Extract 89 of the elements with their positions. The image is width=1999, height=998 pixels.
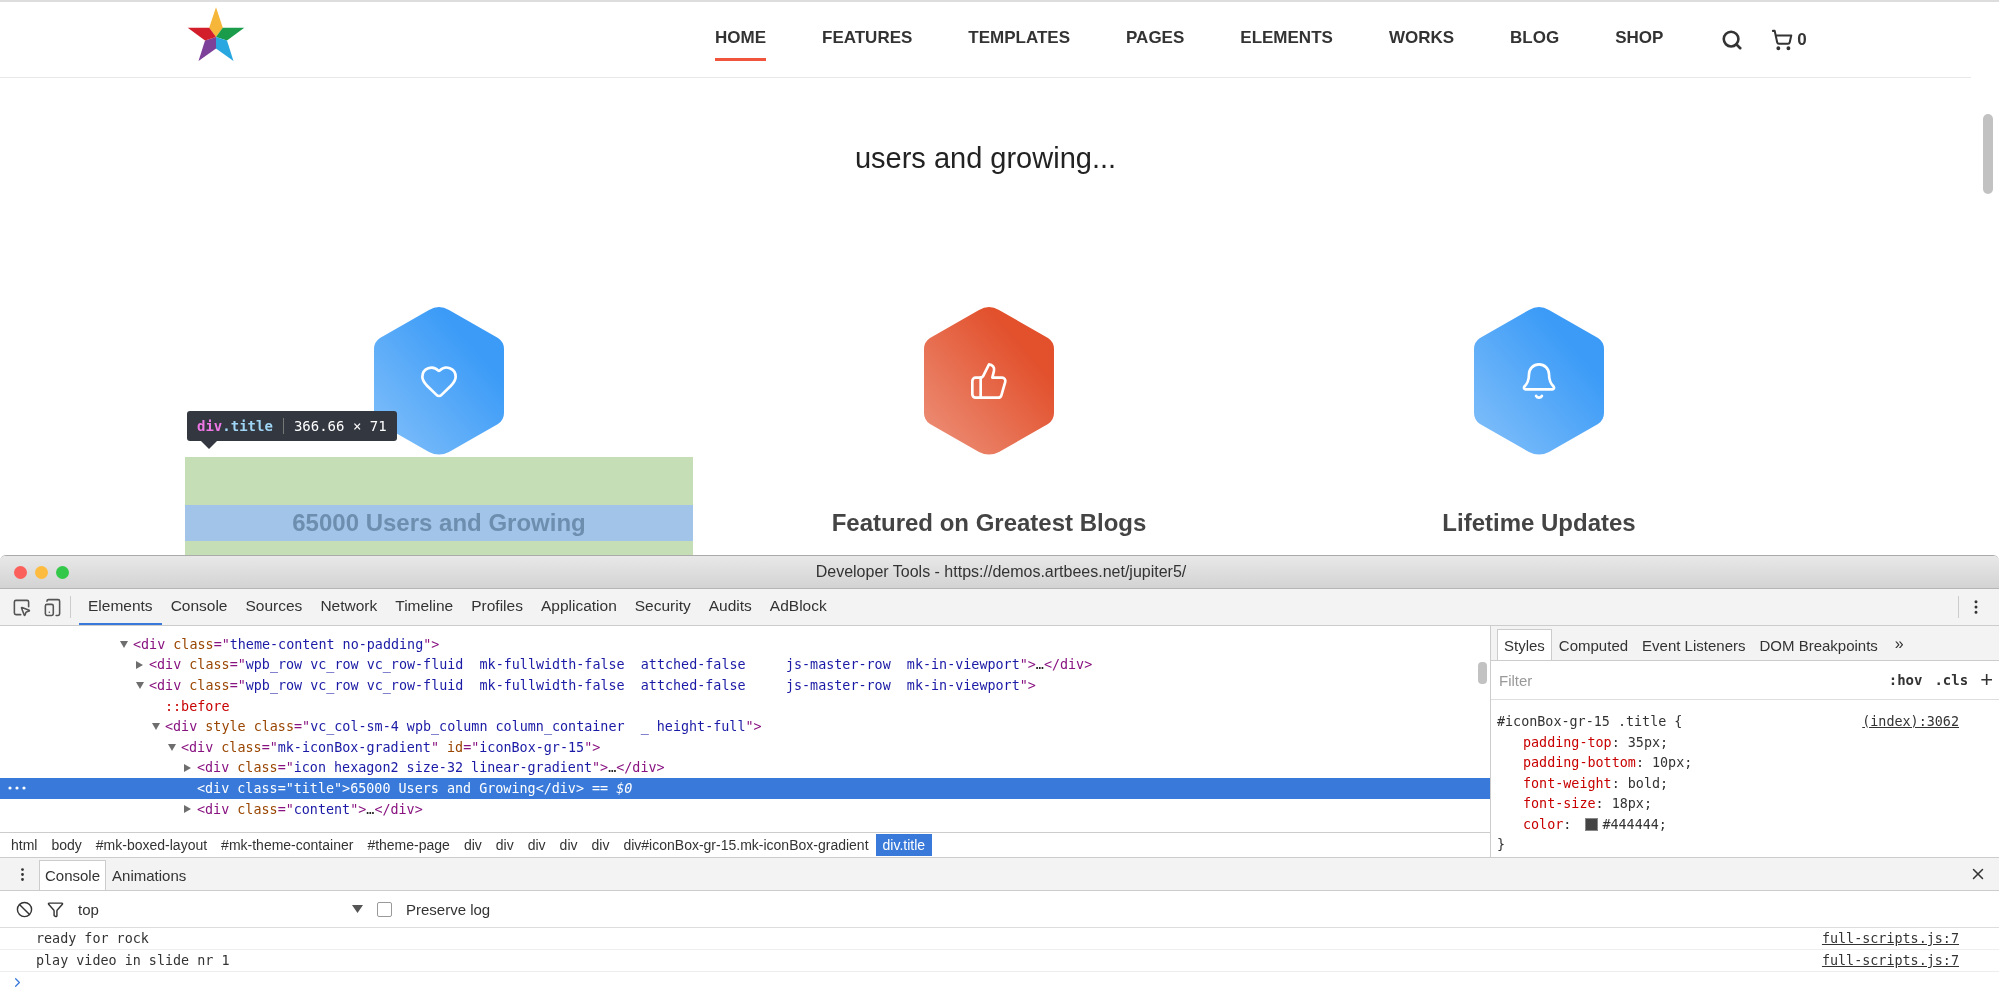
drawer-tab[interactable]: Console xyxy=(39,860,107,890)
nav-link[interactable]: BLOG xyxy=(1510,18,1560,61)
nav-link[interactable]: ELEMENTS xyxy=(1240,18,1333,61)
disclosure-triangle-icon[interactable] xyxy=(184,763,191,772)
more-tabs[interactable]: » xyxy=(1894,635,1904,653)
class-toggle[interactable]: .cls xyxy=(1934,672,1969,688)
dom-node[interactable]: ::before xyxy=(0,695,1490,717)
dom-node[interactable]: <div class="wpb_row vc_row vc_row-fluid mk-fullwidth-false attched-false js-master-row mk-in-viewport"> xyxy=(0,675,1490,696)
element-label: div.title xyxy=(197,418,273,434)
drawer-tab[interactable]: Animations xyxy=(106,860,193,890)
css-declaration: font-size: 18px; xyxy=(1522,795,1653,813)
nav-link[interactable]: HOME xyxy=(715,18,766,61)
dom-node[interactable]: <div style class="vc_col-sm-4 wpb_column column_container _ height-full"> xyxy=(0,716,1490,737)
panel-tab[interactable]: Application xyxy=(531,589,626,625)
feature-title: 65000 Users and Growing xyxy=(185,505,693,541)
css-selector: #iconBox-gr-15 .title { xyxy=(1497,713,1683,731)
dom-node[interactable]: <div class="title">65000 Users and Growing</div> == $0 xyxy=(0,778,1490,799)
filter-icon[interactable] xyxy=(47,900,64,918)
clear-icon[interactable] xyxy=(16,900,33,918)
css-declaration: padding-top: 35px; xyxy=(1522,733,1670,752)
nav-link[interactable]: PAGES xyxy=(1126,18,1185,61)
scrollbar-thumb[interactable] xyxy=(1478,662,1487,684)
breadcrumb[interactable]: div xyxy=(520,834,553,856)
device-icon[interactable] xyxy=(43,597,62,617)
cart-icon[interactable] xyxy=(1771,28,1794,51)
panel-tab[interactable]: Network xyxy=(311,589,387,625)
source-link[interactable]: full-scripts.js:7 xyxy=(1821,931,1959,946)
disclosure-triangle-icon[interactable] xyxy=(120,640,128,648)
dom-node[interactable]: <div class="mk-iconBox-gradient" id="iconBox-gr-15"> xyxy=(0,736,1490,758)
feature-title: Featured on Greatest Blogs xyxy=(830,508,1148,538)
breadcrumb[interactable]: div xyxy=(488,834,521,856)
styles-tab[interactable]: Event Listeners xyxy=(1635,629,1753,660)
panel-tab[interactable]: Elements xyxy=(79,589,162,625)
nav-link[interactable]: SHOP xyxy=(1615,18,1664,61)
element-size: 366.66 × 71 xyxy=(282,418,387,434)
dom-node[interactable]: <div class="content">…</div> xyxy=(0,798,1490,820)
hover-toggle[interactable]: :hov xyxy=(1888,672,1923,688)
panel-tab[interactable]: Sources xyxy=(236,589,312,625)
scrollbar-thumb[interactable] xyxy=(1983,114,1993,194)
disclosure-triangle-icon[interactable] xyxy=(136,682,144,689)
panel-tab[interactable]: Timeline xyxy=(386,589,463,625)
breadcrumb[interactable]: div xyxy=(584,834,617,856)
inspect-icon[interactable] xyxy=(12,597,31,617)
disclosure-triangle-icon[interactable] xyxy=(152,723,160,731)
source-link[interactable]: (index):3062 xyxy=(1862,712,1959,733)
css-brace: } xyxy=(1497,836,1507,854)
breadcrumb[interactable]: #theme-page xyxy=(360,834,457,856)
breadcrumb[interactable]: div xyxy=(552,834,585,856)
feature-title: Lifetime Updates xyxy=(1441,508,1637,538)
panel-tab[interactable]: AdBlock xyxy=(760,589,836,625)
disclosure-triangle-icon[interactable] xyxy=(184,805,191,814)
dom-node[interactable]: <div class="icon hexagon2 size-32 linear-gradient">…</div> xyxy=(0,757,1490,779)
caret-icon xyxy=(352,905,363,913)
styles-tab[interactable]: DOM Breakpoints xyxy=(1752,629,1885,660)
cart-count: 0 xyxy=(1797,29,1807,50)
css-declaration: font-weight: bold; xyxy=(1522,774,1670,793)
section-heading: users and growing... xyxy=(854,142,1117,175)
add-rule-button[interactable]: + xyxy=(1980,669,1993,691)
window-title: Developer Tools - https://demos.artbees.net/jupiter5/ xyxy=(814,563,1188,581)
panel-tab[interactable]: Profiles xyxy=(462,589,532,625)
console-message: play video in slide nr 1 xyxy=(36,953,230,968)
styles-tab[interactable]: Styles xyxy=(1497,629,1552,660)
css-declaration: color: #444444; xyxy=(1522,815,1668,834)
panel-tab[interactable]: Console xyxy=(161,589,237,625)
breadcrumb[interactable]: div xyxy=(456,834,489,856)
checkbox[interactable] xyxy=(377,901,392,917)
panel-tab[interactable]: Security xyxy=(625,589,700,625)
nav-link[interactable]: WORKS xyxy=(1388,18,1455,61)
breadcrumb[interactable]: div.title xyxy=(875,834,933,856)
nav-link[interactable]: TEMPLATES xyxy=(968,18,1071,61)
panel-tab[interactable]: Audits xyxy=(699,589,761,625)
search-icon[interactable] xyxy=(1721,28,1744,51)
dom-node[interactable]: <div class="theme-content no-padding"> xyxy=(0,634,1490,655)
context-select[interactable]: top xyxy=(78,900,363,918)
styles-tab[interactable]: Computed xyxy=(1551,629,1636,660)
breadcrumb[interactable]: #mk-boxed-layout xyxy=(88,834,215,856)
css-declaration: padding-bottom: 10px; xyxy=(1522,754,1694,772)
breadcrumb[interactable]: html xyxy=(4,834,45,856)
source-link[interactable]: full-scripts.js:7 xyxy=(1821,953,1959,968)
nav-link[interactable]: FEATURES xyxy=(822,18,913,61)
console-message: ready for rock xyxy=(36,931,149,946)
dom-node[interactable]: <div class="wpb_row vc_row vc_row-fluid mk-fullwidth-false attched-false js-master-row mk-in-viewport">…</div> xyxy=(0,654,1490,676)
disclosure-triangle-icon[interactable] xyxy=(168,743,176,751)
more-icon[interactable] xyxy=(8,786,26,791)
breadcrumb[interactable]: div#iconBox-gr-15.mk-iconBox-gradient xyxy=(616,834,876,856)
disclosure-triangle-icon[interactable] xyxy=(136,660,143,669)
breadcrumb[interactable]: body xyxy=(44,834,89,856)
checkbox-label: Preserve log xyxy=(406,900,491,918)
breadcrumb[interactable]: #mk-theme-container xyxy=(214,834,361,856)
